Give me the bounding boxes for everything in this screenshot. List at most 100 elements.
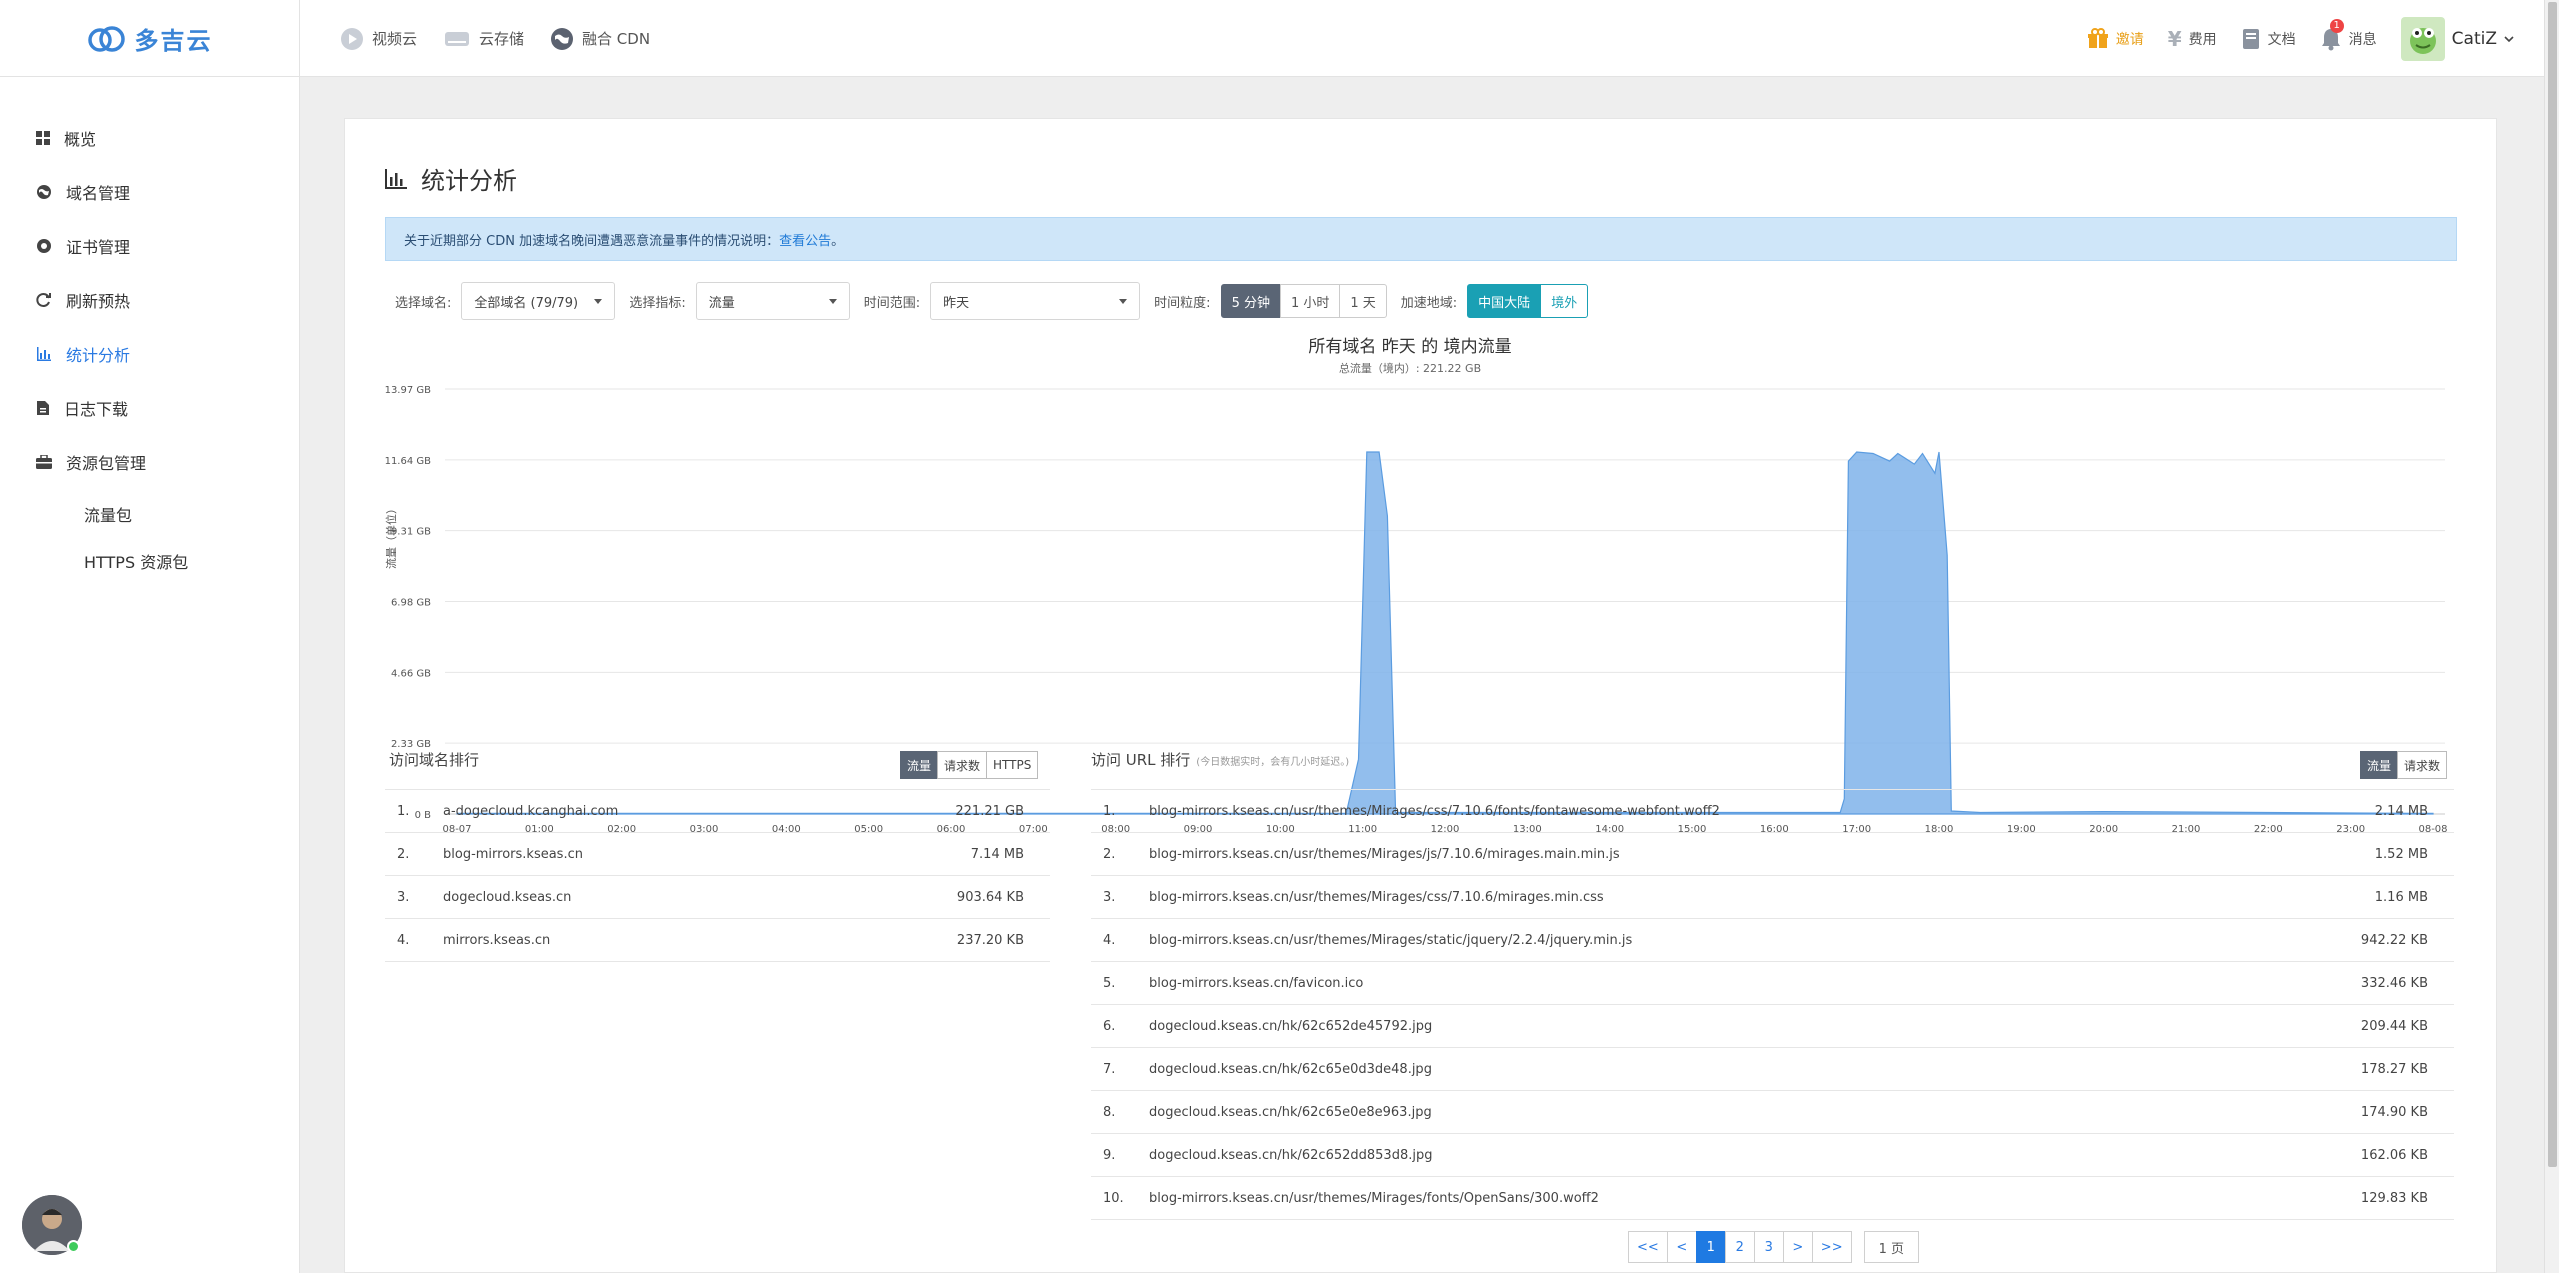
- sidebar-item-packages[interactable]: 资源包管理: [36, 450, 146, 474]
- pager-last-button[interactable]: >>: [1811, 1231, 1852, 1263]
- row-index: 1.: [1103, 803, 1116, 819]
- row-name[interactable]: mirrors.kseas.cn: [443, 933, 550, 948]
- pager-first-button[interactable]: <<: [1628, 1231, 1668, 1263]
- row-value: 332.46 KB: [2360, 975, 2428, 991]
- table-row: 3. blog-mirrors.kseas.cn/usr/themes/Mirag…: [1091, 876, 2454, 919]
- row-value: 129.83 KB: [2360, 1190, 2428, 1206]
- row-value: 903.64 KB: [956, 889, 1024, 905]
- bar-chart-icon: [37, 347, 51, 361]
- sidebar-item-refresh[interactable]: 刷新预热: [36, 288, 130, 312]
- table-row: 7. dogecloud.kseas.cn/hk/62c65e0d3de48.jp…: [1091, 1048, 2454, 1091]
- avatar: [2400, 16, 2445, 61]
- row-name[interactable]: blog-mirrors.kseas.cn: [443, 847, 583, 862]
- nav-fusion-cdn[interactable]: 融合 CDN: [550, 27, 650, 51]
- domain-select-value: 全部域名 (79/79): [474, 295, 579, 311]
- invite-label: 邀请: [2115, 31, 2144, 48]
- row-name[interactable]: blog-mirrors.kseas.cn/usr/themes/Mirages…: [1149, 890, 1604, 905]
- yen-icon: ¥: [2167, 26, 2182, 51]
- sidebar-item-logs[interactable]: 日志下载: [36, 396, 128, 420]
- row-name[interactable]: blog-mirrors.kseas.cn/usr/themes/Mirages…: [1149, 1191, 1599, 1206]
- domain-filter-label: 选择域名:: [395, 295, 452, 311]
- pager-prev-button[interactable]: <: [1666, 1231, 1697, 1263]
- region-toggle: 中国大陆 境外: [1467, 284, 1589, 318]
- messages-link[interactable]: 1 消息: [2320, 18, 2377, 51]
- url-rank-tab-requests[interactable]: 请求数: [2397, 751, 2448, 779]
- sidebar-item-statistics[interactable]: 统计分析: [36, 342, 130, 366]
- traffic-area-series: [456, 451, 2434, 815]
- sidebar-item-label: 刷新预热: [66, 292, 131, 311]
- pager-next-button[interactable]: >: [1782, 1231, 1813, 1263]
- row-name[interactable]: blog-mirrors.kseas.cn/usr/themes/Mirages…: [1149, 804, 1720, 819]
- sidebar-item-label: 资源包管理: [66, 454, 147, 473]
- domain-rank-tab-https[interactable]: HTTPS: [986, 751, 1039, 779]
- row-index: 5.: [1103, 975, 1116, 991]
- cloud-logo-icon: [87, 25, 125, 52]
- pager-page-2[interactable]: 2: [1724, 1231, 1755, 1263]
- region-mainland-button[interactable]: 中国大陆: [1467, 284, 1542, 318]
- scrollbar-thumb[interactable]: [2548, 2, 2557, 1167]
- nav-cloud-storage[interactable]: 云存储: [443, 28, 524, 50]
- pager-page-3[interactable]: 3: [1753, 1231, 1784, 1263]
- notice-link[interactable]: 查看公告: [779, 230, 831, 249]
- docs-link[interactable]: 文档: [2241, 28, 2296, 50]
- logo[interactable]: 多吉云: [0, 0, 300, 77]
- row-value: 178.27 KB: [2360, 1061, 2428, 1077]
- domain-rank-tab-traffic[interactable]: 流量: [900, 751, 939, 779]
- notice-end: 。: [831, 233, 845, 249]
- url-rank-note: (今日数据实时，会有几小时延迟。): [1196, 757, 1350, 768]
- row-value: 174.90 KB: [2360, 1104, 2428, 1120]
- y-tick-label: 4.66 GB: [391, 668, 431, 679]
- main-panel: 统计分析 关于近期部分 CDN 加速域名晚间遭遇恶意流量事件的情况说明： 查看公…: [344, 118, 2497, 1273]
- pager-page-1[interactable]: 1: [1695, 1231, 1726, 1263]
- region-overseas-button[interactable]: 境外: [1540, 284, 1589, 318]
- sidebar-item-label: 证书管理: [66, 238, 131, 257]
- support-avatar[interactable]: [22, 1195, 82, 1255]
- fee-label: 费用: [2188, 31, 2217, 48]
- granularity-5min-button[interactable]: 5 分钟: [1220, 284, 1281, 318]
- sidebar-item-certificates[interactable]: 证书管理: [36, 234, 130, 258]
- domain-select[interactable]: 全部域名 (79/79): [461, 282, 616, 320]
- table-row: 1. a-dogecloud.kcanghai.com 221.21 GB: [385, 790, 1050, 833]
- url-rank-tab-traffic[interactable]: 流量: [2360, 751, 2399, 779]
- table-row: 2. blog-mirrors.kseas.cn 7.14 MB: [385, 833, 1050, 876]
- row-index: 10.: [1103, 1190, 1124, 1206]
- row-index: 7.: [1103, 1061, 1116, 1077]
- metric-select[interactable]: 流量: [695, 282, 850, 320]
- row-index: 9.: [1103, 1147, 1116, 1163]
- user-name: CatiZ: [2451, 28, 2497, 49]
- sidebar-subitem-https-package[interactable]: HTTPS 资源包: [84, 549, 188, 573]
- row-name[interactable]: dogecloud.kseas.cn: [443, 890, 571, 905]
- certificate-icon: [37, 239, 51, 253]
- fee-link[interactable]: ¥ 费用: [2168, 27, 2217, 51]
- granularity-toggle: 5 分钟 1 小时 1 天: [1220, 284, 1387, 318]
- granularity-1hour-button[interactable]: 1 小时: [1279, 284, 1341, 318]
- nav-video-cloud[interactable]: 视频云: [340, 27, 417, 51]
- top-bar: 多吉云 视频云 云存储 融合 CDN 邀请 ¥ 费用 文档 1 消息 CatiZ: [0, 0, 2544, 77]
- vertical-scrollbar[interactable]: [2544, 0, 2559, 1273]
- frog-avatar-icon: [2409, 27, 2436, 54]
- table-row: 4. mirrors.kseas.cn 237.20 KB: [385, 919, 1050, 962]
- row-name[interactable]: blog-mirrors.kseas.cn/favicon.ico: [1149, 976, 1363, 991]
- user-menu[interactable]: CatiZ: [2400, 16, 2514, 61]
- row-name[interactable]: blog-mirrors.kseas.cn/usr/themes/Mirages…: [1149, 933, 1632, 948]
- sidebar-subitem-traffic-package[interactable]: 流量包: [84, 502, 132, 526]
- row-value: 209.44 KB: [2360, 1018, 2428, 1034]
- row-name[interactable]: a-dogecloud.kcanghai.com: [443, 804, 618, 819]
- sidebar-item-label: 统计分析: [66, 346, 131, 365]
- row-name[interactable]: dogecloud.kseas.cn/hk/62c65e0e8e963.jpg: [1149, 1105, 1432, 1120]
- row-name[interactable]: blog-mirrors.kseas.cn/usr/themes/Mirages…: [1149, 847, 1620, 862]
- url-rank-title-wrap: 访问 URL 排行 (今日数据实时，会有几小时延迟。): [1091, 749, 1349, 770]
- row-name[interactable]: dogecloud.kseas.cn/hk/62c652dd853d8.jpg: [1149, 1148, 1432, 1163]
- invite-link[interactable]: 邀请: [2087, 27, 2144, 50]
- row-name[interactable]: dogecloud.kseas.cn/hk/62c652de45792.jpg: [1149, 1019, 1432, 1034]
- book-icon: [2242, 28, 2259, 49]
- sidebar: 概览 域名管理 证书管理 刷新预热 统计分析 日志下载 资源包管理 流量包 HT…: [0, 77, 300, 1273]
- sidebar-item-domains[interactable]: 域名管理: [36, 180, 130, 204]
- domain-rank-tab-requests[interactable]: 请求数: [937, 751, 988, 779]
- row-name[interactable]: dogecloud.kseas.cn/hk/62c65e0d3de48.jpg: [1149, 1062, 1432, 1077]
- sidebar-item-overview[interactable]: 概览: [36, 126, 96, 150]
- granularity-1day-button[interactable]: 1 天: [1339, 284, 1387, 318]
- traffic-chart: 所有域名 昨天 的 境内流量 总流量（境内）: 221.22 GB 流量（单位）…: [384, 337, 2448, 835]
- row-value: 1.16 MB: [2374, 889, 2428, 905]
- range-select[interactable]: 昨天: [930, 282, 1141, 320]
